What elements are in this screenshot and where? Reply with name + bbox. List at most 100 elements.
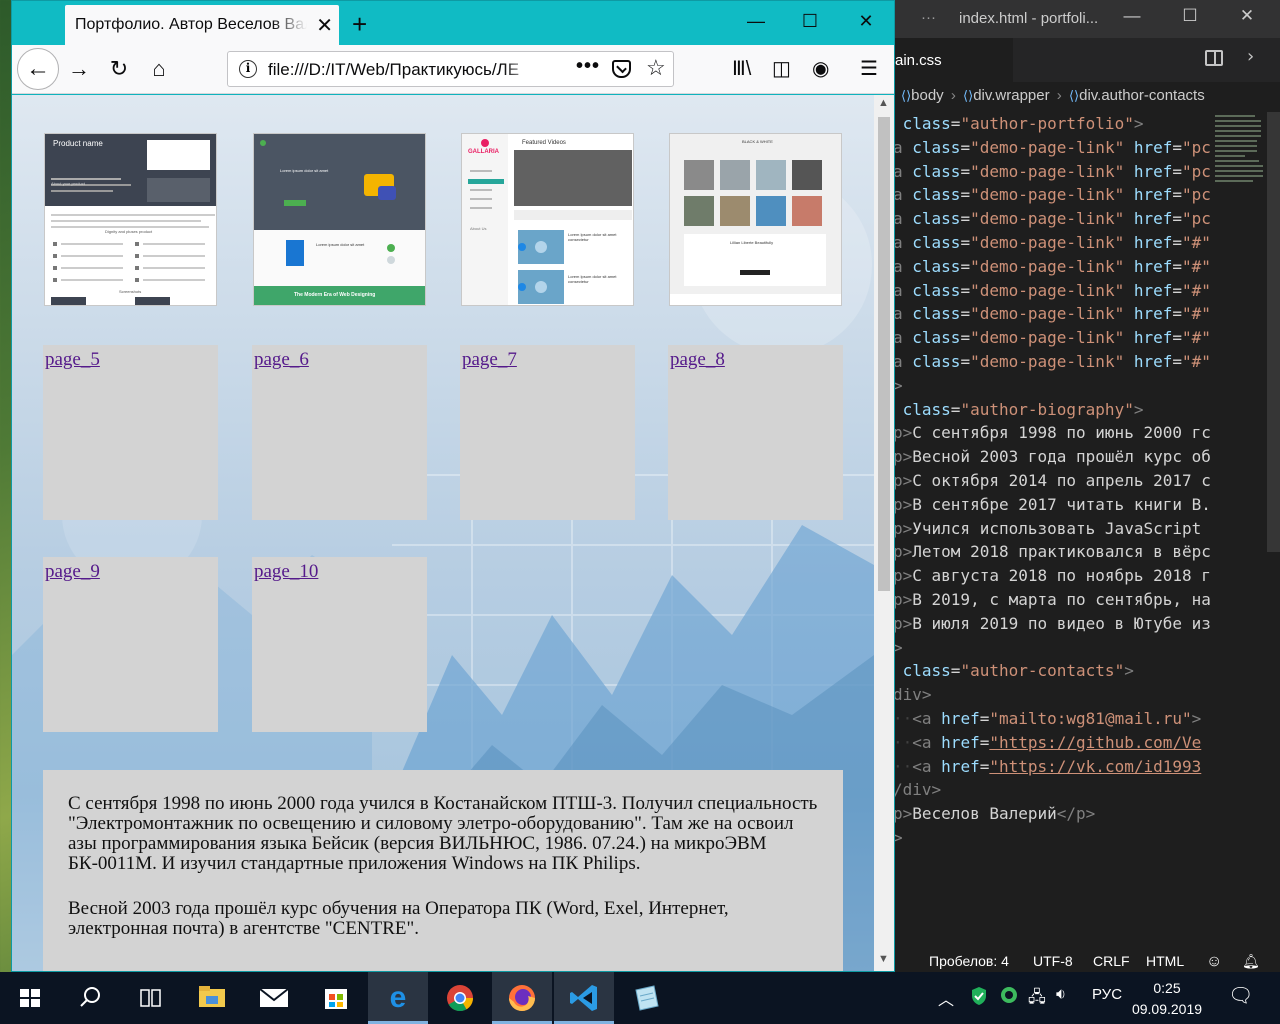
code-line[interactable]: a class="demo-page-link" href="#" [893,302,1215,326]
page-link[interactable]: page_6 [254,349,309,371]
bookmark-star-icon[interactable]: ☆ [646,55,666,81]
eol-status[interactable]: CRLF [1093,953,1130,969]
vscode-icon[interactable] [554,972,614,1024]
close-tab-icon[interactable]: ✕ [316,13,333,38]
address-bar[interactable]: i file:///D:/IT/Web/Практикуюсь/ЛЕ ••• ☆ [227,51,674,87]
code-line[interactable]: p>В 2019, с марта по сентябрь, на [893,588,1215,612]
file-explorer-icon[interactable] [182,972,242,1024]
code-line[interactable]: p>Весной 2003 года прошёл курс об [893,445,1215,469]
page-link[interactable]: page_5 [45,349,100,371]
code-line[interactable]: class="author-biography"> [893,398,1215,422]
back-button[interactable]: ← [17,48,59,90]
code-line[interactable]: a class="demo-page-link" href="pc [893,207,1215,231]
account-icon[interactable]: ◉ [812,56,829,81]
chevron-up-icon[interactable]: ︿ [938,986,954,1010]
maximize-icon[interactable]: ☐ [792,11,828,32]
feedback-icon[interactable]: ☺ [1206,953,1222,971]
forward-button[interactable]: → [63,54,95,86]
edge-icon[interactable]: e [368,972,428,1024]
network-icon[interactable]: 🖧︎ [1028,986,1046,1013]
code-line[interactable]: p>В сентябре 2017 читать книги В. [893,493,1215,517]
new-tab-icon[interactable]: + [352,9,367,40]
breadcrumb-item[interactable]: div.wrapper [973,87,1049,104]
pocket-icon[interactable] [612,60,631,78]
close-icon[interactable]: ✕ [848,11,884,32]
page-link[interactable]: page_9 [45,561,100,583]
code-line[interactable]: div> [893,683,1215,707]
code-line[interactable]: a class="demo-page-link" href="#" [893,350,1215,374]
page-link[interactable]: page_7 [462,349,517,371]
portfolio-thumbnail-2[interactable]: Lorem ipsum dolor sit amet Lorem ipsum d… [253,133,426,306]
code-line[interactable]: a class="demo-page-link" href="#" [893,255,1215,279]
code-line[interactable]: ··<a href="mailto:wg81@mail.ru"> [893,707,1215,731]
page-scrollbar[interactable]: ▲ ▼ [874,95,894,971]
mail-icon[interactable] [244,972,304,1024]
code-line[interactable]: a class="demo-page-link" href="pc [893,183,1215,207]
sidebar-icon[interactable]: ◫ [772,56,791,81]
breadcrumb-item[interactable]: div.author-contacts [1079,87,1205,104]
code-line[interactable]: > [893,636,1215,660]
library-icon[interactable]: Ⅲ\ [732,56,751,81]
code-line[interactable]: a class="demo-page-link" href="#" [893,231,1215,255]
reload-button[interactable]: ↻ [103,54,135,86]
more-actions-icon[interactable]: › [1245,46,1256,67]
site-info-icon[interactable]: i [239,60,257,78]
notification-center-icon[interactable]: 🗨︎ [1228,983,1253,1008]
breadcrumb-item[interactable]: body [911,87,944,104]
code-editor[interactable]: class="author-portfolio"> a class="demo-p… [893,112,1215,872]
portfolio-thumbnail-4[interactable]: BLACK & WHITE Lillian Liberte Beautifull… [669,133,842,306]
minimize-icon[interactable]: — [738,11,774,32]
code-line[interactable]: ··<a href="https://github.com/Ve [893,731,1215,755]
split-editor-icon[interactable] [1205,50,1223,66]
menu-icon[interactable]: ☰ [860,56,878,81]
code-line[interactable]: ··<a href="https://vk.com/id1993 [893,755,1215,779]
code-line[interactable]: p>С сентября 1998 по июнь 2000 гс [893,421,1215,445]
shield-icon[interactable] [970,986,988,1010]
code-line[interactable]: p>С августа 2018 по ноябрь 2018 г [893,564,1215,588]
close-icon[interactable]: ✕ [1233,6,1261,32]
more-icon[interactable]: ··· [921,9,936,26]
clock[interactable]: 0:25 09.09.2019 [1122,978,1212,1020]
scrollbar-thumb[interactable] [878,117,890,591]
code-line[interactable]: p>Летом 2018 практиковался в вёрс [893,540,1215,564]
notepad-icon[interactable] [616,972,676,1024]
app-tray-icon[interactable] [1000,986,1018,1008]
code-line[interactable]: a class="demo-page-link" href="#" [893,326,1215,350]
url-text[interactable]: file:///D:/IT/Web/Практикуюсь/ЛЕ [268,60,536,80]
code-line[interactable]: a class="demo-page-link" href="pc [893,160,1215,184]
store-icon[interactable] [306,972,366,1024]
scroll-down-icon[interactable]: ▼ [878,953,889,965]
portfolio-thumbnail-1[interactable]: Product name About your product Dignity … [44,133,217,306]
editor-scrollbar[interactable] [1267,112,1280,552]
code-line[interactable]: /div> [893,778,1215,802]
code-line[interactable]: p>В июля 2019 по видео в Ютубе из [893,612,1215,636]
task-view-icon[interactable] [120,972,180,1024]
page-actions-icon[interactable]: ••• [576,55,600,78]
maximize-icon[interactable]: ☐ [1176,6,1204,32]
indentation-status[interactable]: Пробелов: 4 [929,953,1009,969]
page-link[interactable]: page_8 [670,349,725,371]
code-line[interactable]: > [893,826,1215,850]
portfolio-thumbnail-3[interactable]: GALLARIA Featured Videos Lorem Ipsum dol… [461,133,634,306]
code-line[interactable]: p>С октября 2014 по апрель 2017 с [893,469,1215,493]
home-button[interactable]: ⌂ [143,54,175,86]
browser-tab[interactable]: Портфолио. Автор Веселов Валерий ✕ [65,5,339,45]
chrome-icon[interactable] [430,972,490,1024]
notifications-icon[interactable]: 🔔︎ [1242,953,1260,970]
start-button[interactable] [0,972,60,1024]
code-line[interactable]: > [893,374,1215,398]
code-line[interactable]: class="author-portfolio"> [893,112,1215,136]
code-line[interactable]: a class="demo-page-link" href="pc [893,136,1215,160]
minimize-icon[interactable]: — [1118,6,1146,32]
firefox-icon[interactable] [492,972,552,1024]
language-status[interactable]: HTML [1146,953,1184,969]
editor-tab[interactable]: ain.css [893,38,1013,82]
scroll-up-icon[interactable]: ▲ [878,97,889,109]
search-icon[interactable] [60,972,120,1024]
code-line[interactable]: p>Учился использовать JavaScript [893,517,1215,541]
language-indicator[interactable]: РУС [1092,986,1122,1003]
code-line[interactable]: class="author-contacts"> [893,659,1215,683]
encoding-status[interactable]: UTF-8 [1033,953,1073,969]
volume-icon[interactable]: 🔉︎ [1056,986,1066,1004]
code-line[interactable]: a class="demo-page-link" href="#" [893,279,1215,303]
